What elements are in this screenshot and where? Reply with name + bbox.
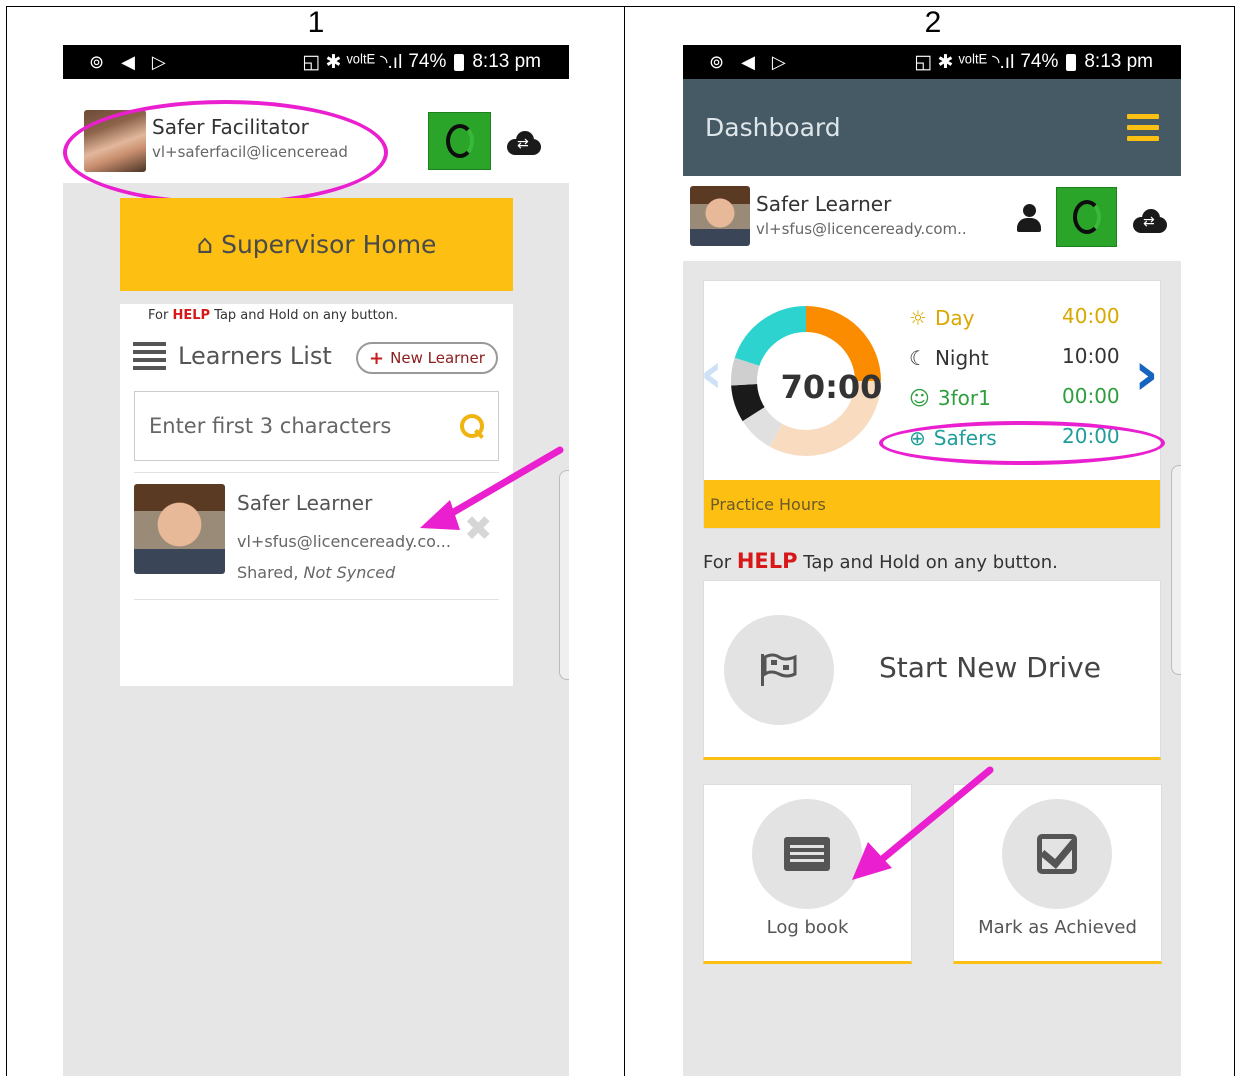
learner-email: vl+sfus@licenceready.com.. xyxy=(756,220,967,238)
learner-avatar[interactable] xyxy=(690,186,750,246)
total-hours-value: 70:00 xyxy=(780,368,883,406)
status-left-icons: ⊚ ◀ ▷ xyxy=(89,51,172,72)
supervisor-home-button[interactable]: ⌂ Supervisor Home xyxy=(120,198,513,291)
sync-spinner-icon xyxy=(445,124,474,158)
legend-day-value: 40:00 xyxy=(1062,304,1120,328)
log-book-label: Log book xyxy=(766,917,849,938)
learners-card: For HELP Tap and Hold on any button. Lea… xyxy=(120,304,513,686)
smiley-icon: ☺ xyxy=(909,386,930,410)
learner-email: vl+sfus@licenceready.co... xyxy=(237,532,451,551)
help-hint: For HELP Tap and Hold on any button. xyxy=(703,549,1058,573)
practice-hours-label: Practice Hours xyxy=(704,480,1160,528)
status-signal-icons: ◱ ✱ ᵛᵒˡᵗᴱ ◝.ıl xyxy=(302,51,403,73)
learners-list-title: Learners List xyxy=(133,342,332,370)
search-placeholder: Enter first 3 characters xyxy=(149,414,392,438)
learner-sync-status: Shared, Not Synced xyxy=(237,563,396,582)
flag-icon xyxy=(724,615,834,725)
home-icon: ⌂ xyxy=(196,229,214,260)
phone-screen-1: ⊚ ◀ ▷ ◱ ✱ ᵛᵒˡᵗᴱ ◝.ıl 74% 8:13 pm Safer F… xyxy=(63,45,569,1076)
sun-icon: ☼ xyxy=(909,306,927,330)
search-icon[interactable] xyxy=(460,414,484,438)
remove-learner-icon[interactable]: ✖ xyxy=(464,509,493,549)
moon-icon: ☾ xyxy=(909,346,927,370)
practice-hours-card[interactable]: ‹ 70:00 ☼ Day ☾ Night ☺ 3for1 ⊕ Safers 40:00… xyxy=(700,280,1161,529)
legend-3for1-value: 00:00 xyxy=(1062,384,1120,408)
dashboard-topbar: Dashboard xyxy=(683,79,1181,176)
legend-night: ☾ Night xyxy=(909,346,989,370)
start-new-drive-button[interactable]: Start New Drive xyxy=(703,580,1161,760)
panel-number-1: 1 xyxy=(307,6,325,39)
sync-status-button[interactable] xyxy=(428,112,491,170)
status-left-icons: ⊚ ◀ ▷ xyxy=(709,51,792,72)
battery-icon xyxy=(454,53,465,71)
learner-name: Safer Learner xyxy=(756,192,892,216)
supervisor-home-label: Supervisor Home xyxy=(221,230,437,259)
phone-screen-2: ⊚ ◀ ▷ ◱ ✱ ᵛᵒˡᵗᴱ ◝.ıl 74% 8:13 pm Dashboa… xyxy=(683,45,1181,1076)
annotation-ellipse xyxy=(879,421,1165,465)
log-book-button[interactable]: Log book xyxy=(703,784,912,964)
cloud-sync-icon[interactable]: ⇄ xyxy=(1133,209,1167,233)
battery-icon xyxy=(1066,53,1077,71)
clock: 8:13 pm xyxy=(1084,51,1153,72)
learner-header: Safer Learner vl+sfus@licenceready.com..… xyxy=(683,176,1181,261)
panel-divider xyxy=(624,6,625,1076)
new-learner-button[interactable]: + New Learner xyxy=(356,342,498,374)
page-title: Dashboard xyxy=(705,113,841,142)
mark-as-achieved-button[interactable]: Mark as Achieved xyxy=(953,784,1162,964)
status-bar: ⊚ ◀ ▷ ◱ ✱ ᵛᵒˡᵗᴱ ◝.ıl 74% 8:13 pm xyxy=(63,45,569,79)
help-hint: For HELP Tap and Hold on any button. xyxy=(148,308,398,323)
battery-level: 74% xyxy=(1020,51,1059,72)
scroll-handle[interactable] xyxy=(559,470,569,680)
learner-name: Safer Learner xyxy=(237,491,373,515)
sync-status-button[interactable] xyxy=(1056,187,1117,247)
clock: 8:13 pm xyxy=(472,51,541,72)
learner-avatar xyxy=(134,484,225,574)
annotation-ellipse xyxy=(63,100,388,205)
status-bar: ⊚ ◀ ▷ ◱ ✱ ᵛᵒˡᵗᴱ ◝.ıl 74% 8:13 pm xyxy=(683,45,1181,79)
chevron-right-icon[interactable]: › xyxy=(1134,339,1159,409)
mark-as-achieved-label: Mark as Achieved xyxy=(978,917,1137,938)
chevron-left-icon[interactable]: ‹ xyxy=(700,341,723,406)
scroll-handle[interactable] xyxy=(1171,465,1181,675)
sync-spinner-icon xyxy=(1072,200,1101,234)
status-signal-icons: ◱ ✱ ᵛᵒˡᵗᴱ ◝.ıl xyxy=(914,51,1015,73)
checkbox-icon xyxy=(1002,799,1112,909)
plus-icon: + xyxy=(369,347,385,369)
learner-search-input[interactable]: Enter first 3 characters xyxy=(134,391,499,461)
legend-3for1: ☺ 3for1 xyxy=(909,386,991,410)
panel-number-2: 2 xyxy=(924,6,942,39)
list-icon xyxy=(133,342,166,370)
start-new-drive-label: Start New Drive xyxy=(879,651,1101,684)
legend-day: ☼ Day xyxy=(909,306,975,330)
legend-night-value: 10:00 xyxy=(1062,344,1120,368)
logbook-icon xyxy=(752,799,862,909)
battery-level: 74% xyxy=(408,51,447,72)
menu-icon[interactable] xyxy=(1127,114,1159,141)
profile-icon[interactable] xyxy=(1016,204,1042,232)
learner-list-item[interactable]: Safer Learner vl+sfus@licenceready.co...… xyxy=(134,472,499,600)
cloud-sync-icon[interactable]: ⇄ xyxy=(507,131,541,155)
